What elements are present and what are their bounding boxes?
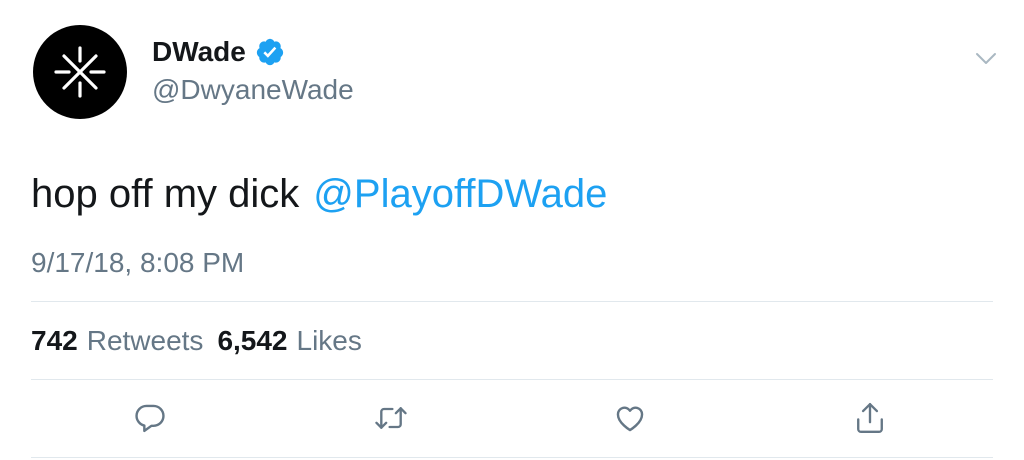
mention-link[interactable]: @PlayoffDWade <box>313 172 607 216</box>
user-name-row[interactable]: DWade <box>152 32 285 72</box>
display-name[interactable]: DWade <box>152 36 246 68</box>
retweet-button[interactable] <box>371 398 411 438</box>
tweet-text: hop off my dick @PlayoffDWade <box>31 172 607 217</box>
retweets-count[interactable]: 742 <box>31 325 78 357</box>
like-button[interactable] <box>610 398 650 438</box>
divider-middle <box>31 379 993 380</box>
heart-icon <box>616 406 644 432</box>
likes-count[interactable]: 6,542 <box>217 325 287 357</box>
x-logo-icon <box>54 46 106 98</box>
likes-label[interactable]: Likes <box>297 325 362 357</box>
tweet-body: hop off my dick <box>31 172 300 216</box>
tweet-timestamp[interactable]: 9/17/18, 8:08 PM <box>31 247 244 279</box>
reply-icon <box>135 404 165 433</box>
share-icon <box>857 402 883 434</box>
divider-top <box>31 301 993 302</box>
share-button[interactable] <box>850 398 890 438</box>
retweets-label[interactable]: Retweets <box>87 325 204 357</box>
reply-button[interactable] <box>130 398 170 438</box>
chevron-down-icon[interactable] <box>975 52 997 66</box>
user-handle[interactable]: @DwyaneWade <box>152 74 354 106</box>
verified-badge-icon <box>256 38 283 66</box>
tweet-stats: 742 Retweets 6,542 Likes <box>31 325 362 357</box>
divider-bottom <box>31 457 993 458</box>
retweet-icon <box>375 407 407 429</box>
avatar[interactable] <box>33 25 127 119</box>
